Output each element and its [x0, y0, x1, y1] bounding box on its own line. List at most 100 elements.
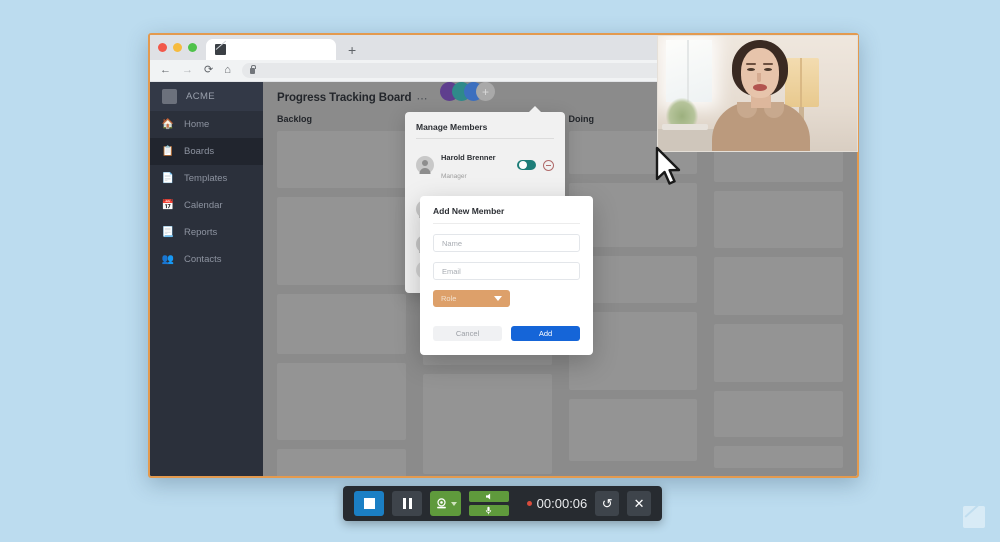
new-tab-button[interactable]: + [348, 39, 356, 60]
remove-member-button[interactable] [543, 160, 554, 171]
restart-recording-button[interactable]: ↺ [595, 491, 619, 516]
sidebar-item-label: Boards [184, 146, 214, 157]
sidebar-item-contacts[interactable]: 👥 Contacts [150, 246, 263, 273]
board-card[interactable] [714, 191, 843, 248]
member-avatar-stack: + [440, 82, 495, 101]
people-icon: 👥 [162, 255, 174, 265]
mouse-cursor [655, 146, 685, 190]
sidebar-item-label: Contacts [184, 254, 222, 265]
home-icon: 🏠 [162, 120, 174, 130]
webcam-lamp [785, 58, 819, 107]
page-title: Progress Tracking Board [277, 92, 411, 104]
audio-controls [469, 491, 509, 516]
sidebar: ACME 🏠 Home 📋 Boards 📄 Templates 📅 Calen… [150, 82, 263, 476]
member-row: Harold Brenner Manager [416, 139, 554, 183]
sidebar-item-label: Reports [184, 227, 217, 238]
member-enabled-toggle[interactable] [517, 160, 536, 170]
modal-title: Add New Member [433, 206, 580, 224]
webcam-brow-left [746, 63, 756, 65]
board-card[interactable] [277, 363, 406, 440]
popover-title: Manage Members [416, 122, 554, 139]
broken-image-icon [215, 44, 226, 55]
webcam-overlay[interactable] [657, 35, 858, 152]
pause-recording-button[interactable] [392, 491, 422, 516]
home-icon[interactable]: ⌂ [224, 65, 231, 76]
close-recorder-button[interactable]: ✕ [627, 491, 651, 516]
reload-icon[interactable]: ⟳ [204, 65, 213, 76]
member-info: Harold Brenner Manager [441, 147, 510, 183]
sidebar-item-calendar[interactable]: 📅 Calendar [150, 192, 263, 219]
microphone-toggle-button[interactable] [469, 505, 509, 516]
brand-name: ACME [186, 91, 215, 102]
add-member-button[interactable]: + [476, 82, 495, 101]
board-card[interactable] [277, 449, 406, 476]
board-card[interactable] [714, 257, 843, 315]
webcam-brow-right [763, 63, 773, 65]
role-select[interactable]: Role [433, 290, 510, 307]
member-name: Harold Brenner [441, 153, 496, 162]
document-icon: 📃 [162, 228, 174, 238]
minimize-window-button[interactable] [173, 43, 182, 52]
watermark-icon [963, 506, 985, 528]
recording-indicator-dot [527, 501, 532, 506]
board-card[interactable] [714, 391, 843, 437]
sidebar-item-templates[interactable]: 📄 Templates [150, 165, 263, 192]
board-column: Backlog [277, 114, 406, 476]
board-card[interactable] [569, 399, 698, 461]
copy-icon: 📄 [162, 174, 174, 184]
avatar [416, 156, 434, 174]
sidebar-item-label: Calendar [184, 200, 223, 211]
close-window-button[interactable] [158, 43, 167, 52]
board-card[interactable] [714, 324, 843, 382]
back-icon[interactable]: ← [160, 65, 171, 76]
sidebar-item-label: Templates [184, 173, 227, 184]
modal-actions: Cancel Add [433, 326, 580, 341]
clipboard-icon: 📋 [162, 147, 174, 157]
forward-icon[interactable]: → [182, 65, 193, 76]
email-input[interactable]: Email [433, 262, 580, 280]
brand-logo-icon [162, 89, 177, 104]
camera-icon [435, 497, 448, 510]
maximize-window-button[interactable] [188, 43, 197, 52]
name-input[interactable]: Name [433, 234, 580, 252]
webcam-nose [757, 73, 761, 82]
board-card[interactable] [277, 131, 406, 188]
board-card[interactable] [277, 294, 406, 354]
board-menu-button[interactable]: ⋯ [416, 92, 428, 105]
recorder-toolbar: 00:00:06 ↺ ✕ [343, 486, 662, 521]
cancel-button[interactable]: Cancel [433, 326, 502, 341]
browser-tab[interactable] [206, 39, 336, 60]
microphone-icon [484, 506, 493, 515]
member-role: Manager [441, 173, 467, 180]
add-button[interactable]: Add [511, 326, 580, 341]
role-select-label: Role [441, 294, 456, 303]
webcam-eye-left [747, 68, 755, 71]
board-card[interactable] [714, 446, 843, 468]
stop-recording-button[interactable] [354, 491, 384, 516]
recording-timer: 00:00:06 [527, 496, 588, 511]
camera-toggle-button[interactable] [430, 491, 460, 516]
screen: + ← → ⟳ ⌂ ACME 🏠 Home [0, 0, 1000, 542]
window-traffic-lights [158, 35, 197, 60]
speaker-toggle-button[interactable] [469, 491, 509, 502]
board-column [714, 114, 843, 476]
brand[interactable]: ACME [150, 82, 263, 111]
column-title: Backlog [277, 114, 406, 124]
chevron-down-icon [451, 502, 457, 506]
timer-value: 00:00:06 [537, 496, 588, 511]
webcam-eye-right [764, 68, 772, 71]
sidebar-item-home[interactable]: 🏠 Home [150, 111, 263, 138]
chevron-down-icon [494, 296, 502, 301]
pause-icon [409, 498, 412, 509]
webcam-person-body [712, 102, 810, 152]
pause-icon [403, 498, 406, 509]
calendar-icon: 📅 [162, 201, 174, 211]
webcam-window-light [666, 40, 712, 102]
board-card[interactable] [423, 374, 552, 474]
lock-icon [250, 68, 255, 74]
board-card[interactable] [277, 197, 406, 285]
speaker-icon [484, 492, 494, 501]
add-member-modal: Add New Member Name Email Role Cancel Ad… [420, 196, 593, 355]
sidebar-item-reports[interactable]: 📃 Reports [150, 219, 263, 246]
sidebar-item-boards[interactable]: 📋 Boards [150, 138, 263, 165]
